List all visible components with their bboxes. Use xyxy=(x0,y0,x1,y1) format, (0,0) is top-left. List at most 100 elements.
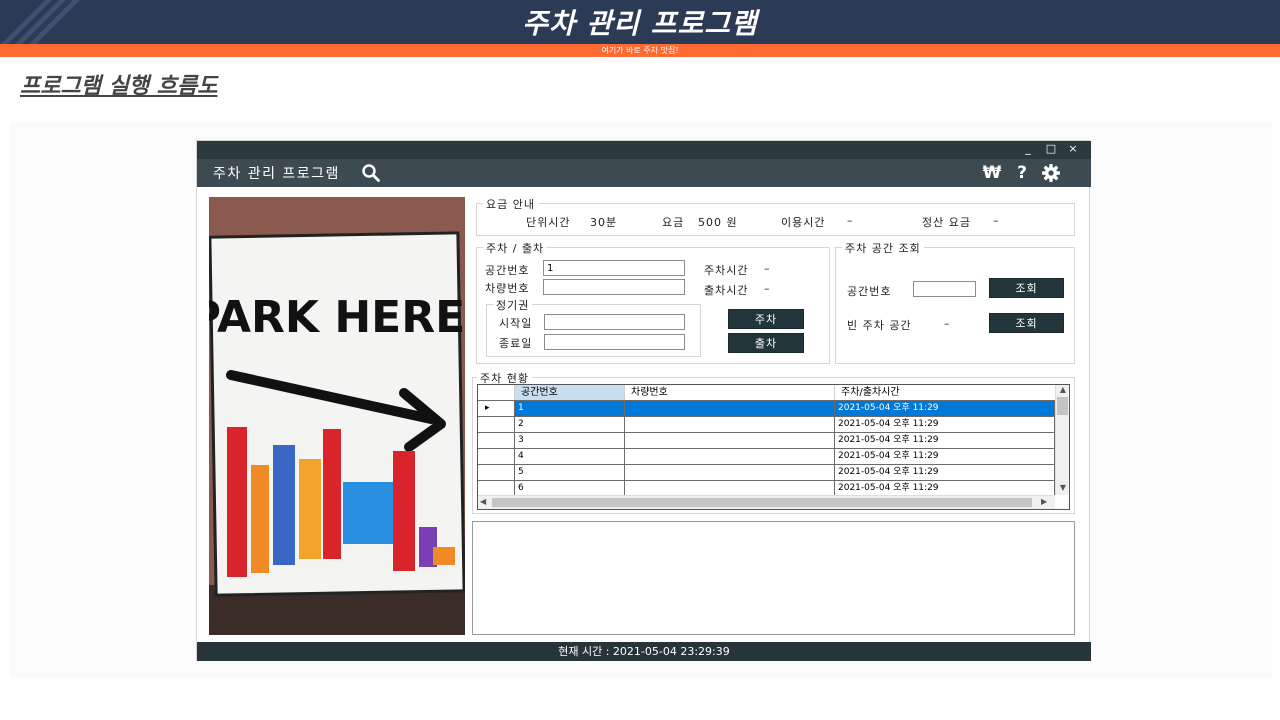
cell-space[interactable]: 4 xyxy=(515,449,625,464)
row-header-cell[interactable] xyxy=(478,449,515,464)
cell-space[interactable]: 3 xyxy=(515,433,625,448)
season-pass-legend: 정기권 xyxy=(493,297,533,313)
exit-button[interactable]: 출차 xyxy=(728,333,804,353)
cell-car[interactable] xyxy=(625,401,835,416)
cell-time[interactable]: 2021-05-04 오후 11:29 xyxy=(835,481,1055,496)
section-heading: 프로그램 실행 흐름도 xyxy=(20,74,218,99)
cell-time[interactable]: 2021-05-04 오후 11:29 xyxy=(835,417,1055,432)
park-time-label: 주차시간 xyxy=(704,264,749,277)
fee-value: 500 원 xyxy=(698,216,738,229)
end-date-input[interactable] xyxy=(544,334,685,350)
park-time-value: – xyxy=(764,262,771,275)
scroll-h-thumb[interactable] xyxy=(492,498,1032,507)
help-icon[interactable]: ? xyxy=(1012,163,1032,183)
space-lookup-group: 주차 공간 조회 공간번호 조회 빈 주차 공간 – 조회 xyxy=(835,240,1075,364)
app-window: _ □ × 주차 관리 프로그램 ₩ ? ARK HERE 요금 안내 단위시간… xyxy=(196,140,1091,661)
search-icon[interactable] xyxy=(361,163,381,183)
lookup-space-no-label: 공간번호 xyxy=(847,285,892,298)
parking-status-group: 주차 현황 공간번호 차량번호 주차/출차시간 ▸ 1 2021-05-04 오후 … xyxy=(472,370,1075,514)
cell-car[interactable] xyxy=(625,417,835,432)
exit-time-label: 출차시간 xyxy=(704,284,749,297)
usage-time-label: 이용시간 xyxy=(781,216,826,229)
start-date-input[interactable] xyxy=(544,314,685,330)
current-time-status: 현재 시간 : 2021-05-04 23:29:39 xyxy=(197,642,1091,661)
empty-space-label: 빈 주차 공간 xyxy=(847,319,912,332)
fee-info-group: 요금 안내 단위시간 30분 요금 500 원 이용시간 – 정산 요금 – xyxy=(476,196,1075,236)
app-header: 주차 관리 프로그램 ₩ ? xyxy=(197,159,1091,187)
space-no-input[interactable] xyxy=(543,260,685,276)
row-header-cell[interactable] xyxy=(478,433,515,448)
car-no-label: 차량번호 xyxy=(485,282,530,295)
grid-header-row: 공간번호 차량번호 주차/출차시간 xyxy=(478,385,1055,401)
cell-time[interactable]: 2021-05-04 오후 11:29 xyxy=(835,433,1055,448)
empty-space-value: – xyxy=(944,317,951,330)
parking-status-grid[interactable]: 공간번호 차량번호 주차/출차시간 ▸ 1 2021-05-04 오후 11:29 2… xyxy=(477,384,1070,510)
settlement-label: 정산 요금 xyxy=(922,216,971,229)
window-titlebar: _ □ × xyxy=(197,141,1091,159)
grid-corner-cell xyxy=(478,385,515,400)
lookup-query-button[interactable]: 조회 xyxy=(989,278,1064,298)
table-row[interactable]: 4 2021-05-04 오후 11:29 xyxy=(478,449,1055,465)
scroll-up-icon[interactable]: ▲ xyxy=(1058,385,1068,397)
row-header-cell[interactable] xyxy=(478,417,515,432)
fee-label: 요금 xyxy=(662,216,685,229)
park-button[interactable]: 주차 xyxy=(728,309,804,329)
row-header-cell[interactable] xyxy=(478,481,515,496)
lookup-space-no-input[interactable] xyxy=(913,281,976,297)
table-row[interactable]: 2 2021-05-04 오후 11:29 xyxy=(478,417,1055,433)
unit-time-label: 단위시간 xyxy=(526,216,571,229)
cell-space[interactable]: 2 xyxy=(515,417,625,432)
season-pass-group: 정기권 시작일 종료일 xyxy=(486,297,701,357)
scroll-left-icon[interactable]: ◀ xyxy=(480,497,490,509)
maximize-button[interactable]: □ xyxy=(1042,141,1060,159)
park-here-poster: PARK HERE! xyxy=(209,197,465,635)
parking-group: 주차 / 출차 공간번호 차량번호 주차시간 – 출차시간 – 정기권 시작일 … xyxy=(476,240,830,364)
row-header-cell[interactable]: ▸ xyxy=(478,401,515,416)
row-header-cell[interactable] xyxy=(478,465,515,480)
cell-time[interactable]: 2021-05-04 오후 11:29 xyxy=(835,449,1055,464)
parking-legend: 주차 / 출차 xyxy=(483,240,548,256)
table-row[interactable]: 3 2021-05-04 오후 11:29 xyxy=(478,433,1055,449)
column-header-time[interactable]: 주차/출차시간 xyxy=(835,385,1055,400)
cell-space[interactable]: 5 xyxy=(515,465,625,480)
grid-vertical-scrollbar[interactable]: ▲ ▼ xyxy=(1055,385,1069,495)
cell-time[interactable]: 2021-05-04 오후 11:29 xyxy=(835,465,1055,480)
scroll-right-icon[interactable]: ▶ xyxy=(1041,497,1051,509)
column-header-car[interactable]: 차량번호 xyxy=(625,385,835,400)
start-date-label: 시작일 xyxy=(499,317,533,330)
won-icon[interactable]: ₩ xyxy=(982,163,1002,183)
close-button[interactable]: × xyxy=(1064,141,1082,159)
space-no-label: 공간번호 xyxy=(485,264,530,277)
end-date-label: 종료일 xyxy=(499,337,533,350)
table-row[interactable]: ▸ 1 2021-05-04 오후 11:29 xyxy=(478,401,1055,417)
slide-header: 주차 관리 프로그램 xyxy=(0,0,1280,44)
column-header-space[interactable]: 공간번호 xyxy=(515,385,625,400)
cell-car[interactable] xyxy=(625,433,835,448)
cell-car[interactable] xyxy=(625,481,835,496)
settlement-value: – xyxy=(993,214,1000,227)
scroll-down-icon[interactable]: ▼ xyxy=(1058,483,1068,495)
usage-time-value: – xyxy=(847,214,854,227)
cell-space[interactable]: 1 xyxy=(515,401,625,416)
empty-space-query-button[interactable]: 조회 xyxy=(989,313,1064,333)
space-lookup-legend: 주차 공간 조회 xyxy=(842,240,924,256)
cell-car[interactable] xyxy=(625,465,835,480)
cell-space[interactable]: 6 xyxy=(515,481,625,496)
log-textbox[interactable] xyxy=(472,521,1075,635)
grid-horizontal-scrollbar[interactable]: ◀ ▶ xyxy=(478,495,1055,509)
unit-time-value: 30분 xyxy=(590,216,618,229)
car-no-input[interactable] xyxy=(543,279,685,295)
table-row[interactable]: 5 2021-05-04 오후 11:29 xyxy=(478,465,1055,481)
slide-subtitle: 여기가 바로 주차 맛집! xyxy=(601,46,679,55)
poster-text: PARK HERE! xyxy=(209,292,465,343)
cell-car[interactable] xyxy=(625,449,835,464)
scroll-thumb[interactable] xyxy=(1057,397,1068,415)
cell-time[interactable]: 2021-05-04 오후 11:29 xyxy=(835,401,1055,416)
minimize-button[interactable]: _ xyxy=(1019,141,1037,159)
app-title: 주차 관리 프로그램 xyxy=(213,166,340,182)
gear-icon[interactable] xyxy=(1041,163,1061,183)
current-row-icon: ▸ xyxy=(485,403,490,413)
slide-title: 주차 관리 프로그램 xyxy=(522,7,758,40)
exit-time-value: – xyxy=(764,282,771,295)
fee-info-legend: 요금 안내 xyxy=(483,196,538,212)
